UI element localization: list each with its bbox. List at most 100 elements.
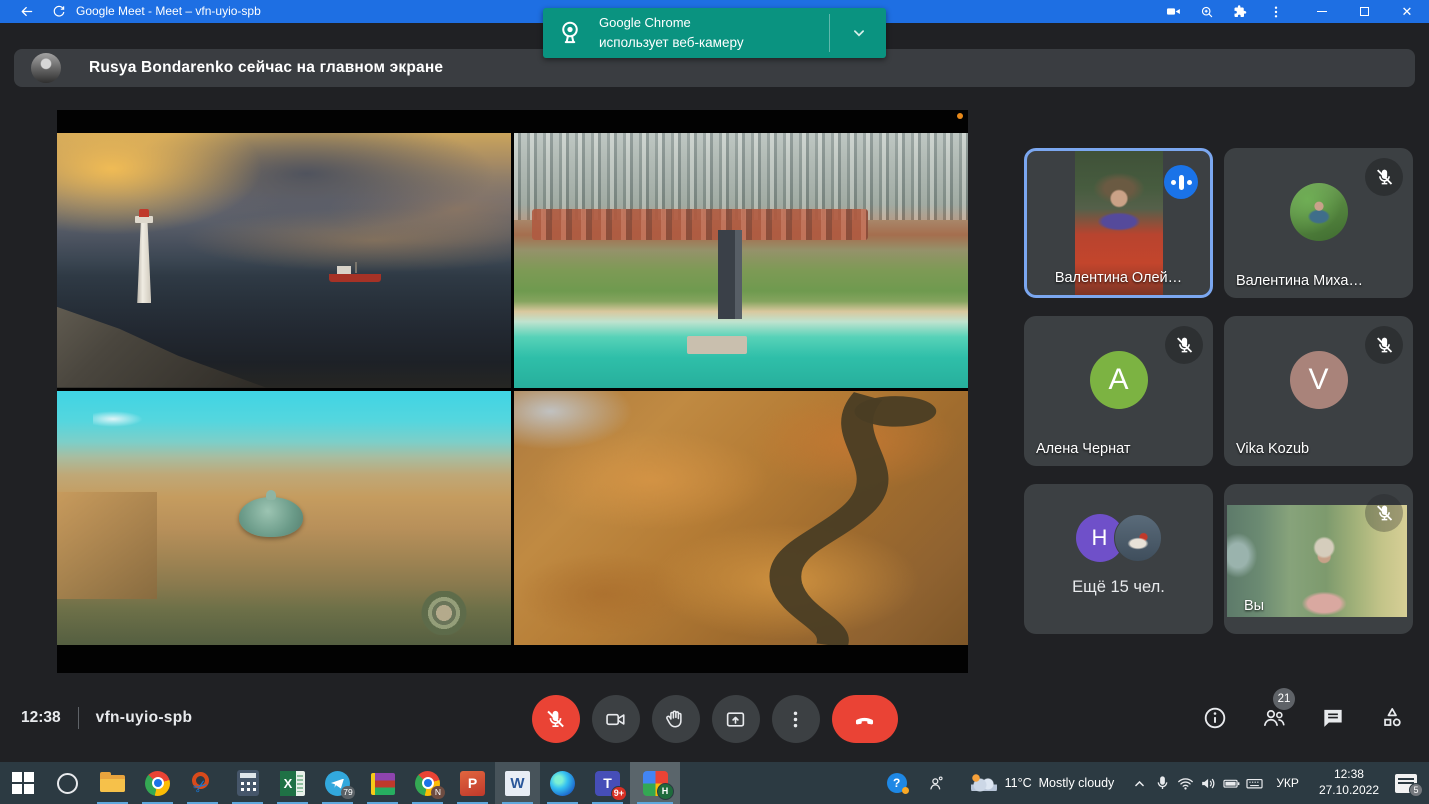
overflow-count-label: Ещё 15 чел. — [1024, 578, 1213, 597]
chat-panel-button[interactable] — [1320, 705, 1346, 731]
windows-logo-icon — [12, 772, 34, 794]
word-taskbar-button[interactable]: W — [495, 762, 540, 804]
calculator-taskbar-button[interactable] — [225, 762, 270, 804]
extensions-puzzle-icon[interactable] — [1231, 3, 1248, 20]
meet-taskbar-button[interactable]: H — [630, 762, 680, 804]
participant-tile-valentina-mikha[interactable]: Валентина Миха… — [1224, 148, 1413, 298]
lighthouse-gallery — [135, 216, 153, 223]
lighthouse-shape — [134, 209, 154, 303]
chevron-down-icon[interactable] — [848, 22, 870, 44]
divider — [78, 707, 79, 729]
chrome-profile-taskbar-button[interactable]: N — [405, 762, 450, 804]
help-icon: ? — [887, 773, 907, 793]
participant-tile-alena-chernat[interactable]: A Алена Чернат — [1024, 316, 1213, 466]
volume-tray-button[interactable] — [1197, 774, 1220, 793]
opera-plaza-rings — [409, 591, 479, 635]
action-center-button[interactable]: 5 — [1395, 774, 1417, 793]
call-controls — [532, 695, 898, 743]
meeting-panels: 21 — [1202, 673, 1405, 762]
excel-taskbar-button[interactable]: X — [270, 762, 315, 804]
start-button[interactable] — [0, 762, 45, 804]
touch-keyboard-button[interactable] — [1243, 774, 1266, 793]
slide-marker-dot — [957, 113, 963, 119]
notification-app-name: Google Chrome — [599, 14, 744, 33]
language-indicator[interactable]: УКР — [1276, 776, 1299, 790]
meet-control-bar: 12:38 vfn-uyio-spb 21 — [0, 673, 1429, 762]
mute-microphone-button[interactable] — [532, 695, 580, 743]
participants-sidebar: Валентина Олей… Валентина Миха… A Алена … — [1024, 148, 1413, 634]
close-button[interactable]: ✕ — [1395, 3, 1419, 20]
photo-lighthouse-sunset — [57, 133, 511, 388]
self-name-label: Вы — [1244, 598, 1264, 614]
taskbar-date: 27.10.2022 — [1319, 783, 1379, 799]
file-explorer-taskbar-button[interactable] — [90, 762, 135, 804]
self-view-tile[interactable]: Вы — [1224, 484, 1413, 634]
winrar-taskbar-button[interactable] — [360, 762, 405, 804]
back-icon[interactable] — [18, 3, 35, 20]
snipping-tool-taskbar-button[interactable]: ✂ — [180, 762, 225, 804]
camera-permission-icon[interactable] — [1165, 3, 1182, 20]
meet-h-badge: H — [657, 783, 674, 800]
audio-bar — [1179, 175, 1184, 190]
calculator-icon — [237, 770, 259, 796]
google-meet-window: Google Meet - Meet – vfn-uyio-spb ✕ Rusy… — [0, 0, 1429, 804]
notification-text: Google Chrome использует веб-камеру — [599, 14, 744, 52]
file-explorer-icon — [100, 771, 125, 796]
activities-button[interactable] — [1379, 705, 1405, 731]
divider — [829, 14, 830, 52]
window-title: Google Meet - Meet – vfn-uyio-spb — [76, 4, 261, 18]
minimize-button[interactable] — [1310, 3, 1334, 20]
people-tray-button[interactable] — [917, 762, 957, 804]
participant-tile-valentina-oley[interactable]: Валентина Олей… — [1024, 148, 1213, 298]
meeting-details-button[interactable] — [1202, 705, 1228, 731]
participant-count-badge: 21 — [1273, 688, 1295, 710]
opera-buildings-left — [57, 492, 157, 599]
present-screen-button[interactable] — [712, 695, 760, 743]
participants-panel-button[interactable]: 21 — [1261, 705, 1287, 731]
end-call-button[interactable] — [832, 695, 898, 743]
network-tray-button[interactable] — [1174, 774, 1197, 793]
chrome-taskbar-button[interactable] — [135, 762, 180, 804]
system-tray: ? 11°C Mostly cloudy УКР 12:38 27.10.202… — [877, 762, 1429, 804]
camera-toggle-button[interactable] — [592, 695, 640, 743]
refresh-icon[interactable] — [50, 3, 67, 20]
weather-widget[interactable]: 11°C Mostly cloudy — [971, 774, 1115, 793]
tugboat-shape — [329, 265, 381, 282]
more-options-button[interactable] — [772, 695, 820, 743]
teams-taskbar-button[interactable]: T9+ — [585, 762, 630, 804]
show-hidden-icons-button[interactable] — [1128, 774, 1151, 793]
maximize-button[interactable] — [1352, 3, 1376, 20]
teams-unread-badge: 9+ — [611, 786, 627, 801]
help-status-dot — [902, 787, 909, 794]
tugboat-hull — [329, 274, 381, 282]
audio-bar — [1187, 180, 1192, 185]
microphone-tray-button[interactable] — [1151, 774, 1174, 793]
weather-label: 11°C Mostly cloudy — [1005, 776, 1115, 790]
mic-muted-icon — [1165, 326, 1203, 364]
cortana-icon — [57, 773, 78, 794]
overflow-participants-tile[interactable]: Н Ещё 15 чел. — [1024, 484, 1213, 634]
participant-tile-vika-kozub[interactable]: V Vika Kozub — [1224, 316, 1413, 466]
telegram-icon: 79 — [325, 771, 350, 796]
battery-icon — [1222, 774, 1241, 793]
browser-menu-icon[interactable] — [1267, 3, 1284, 20]
participant-photo-avatar — [1290, 183, 1348, 241]
battery-tray-button[interactable] — [1220, 774, 1243, 793]
taskbar-clock[interactable]: 12:38 27.10.2022 — [1319, 767, 1379, 798]
presentation-stage[interactable] — [57, 110, 968, 673]
telegram-taskbar-button[interactable]: 79 — [315, 762, 360, 804]
raise-hand-button[interactable] — [652, 695, 700, 743]
webcam-notification[interactable]: Google Chrome использует веб-камеру — [543, 8, 886, 58]
powerpoint-taskbar-button[interactable]: P — [450, 762, 495, 804]
participant-name: Vika Kozub — [1236, 441, 1309, 457]
opera-dome-shape — [239, 497, 303, 537]
edge-taskbar-button[interactable] — [540, 762, 585, 804]
speaker-icon — [1199, 774, 1218, 793]
lighthouse-body — [137, 222, 151, 303]
avatar-letter: V — [1308, 363, 1328, 397]
photo-autumn-park — [514, 391, 968, 646]
zoom-page-icon[interactable] — [1198, 3, 1215, 20]
support-tray-button[interactable]: ? — [877, 762, 917, 804]
photo-opera-house — [57, 391, 511, 646]
cortana-search-button[interactable] — [45, 762, 90, 804]
